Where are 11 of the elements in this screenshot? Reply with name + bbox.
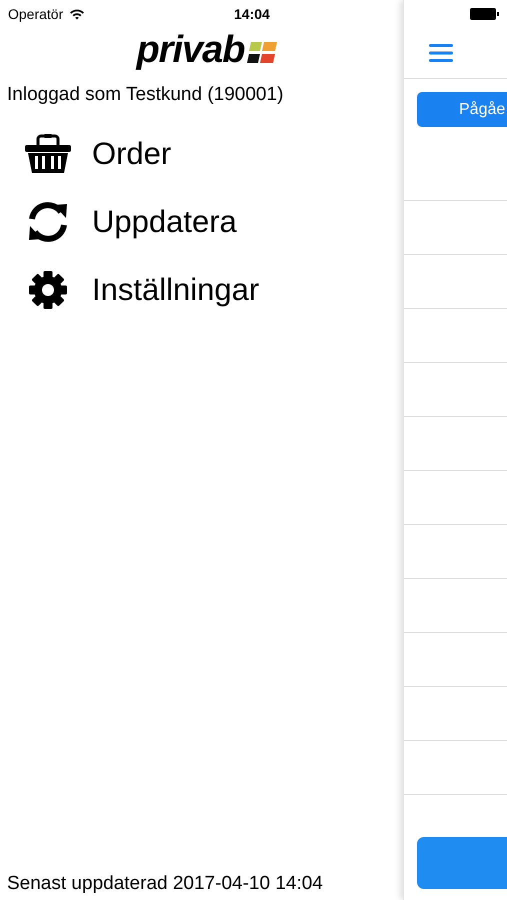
logo-text: privab [136, 28, 245, 72]
last-updated-label: Senast uppdaterad 2017-04-10 14:04 [6, 873, 324, 896]
basket-icon [24, 134, 72, 174]
status-time: 14:04 [234, 6, 270, 22]
carrier-name: Operatör [8, 6, 64, 22]
battery-icon [470, 8, 500, 20]
logo-squares-icon [246, 42, 277, 64]
filter-button[interactable]: Pågåe [417, 92, 507, 127]
wifi-icon [69, 8, 86, 20]
logged-in-label: Inloggad som Testkund (190001) [6, 83, 284, 106]
menu-icon[interactable] [429, 43, 453, 63]
